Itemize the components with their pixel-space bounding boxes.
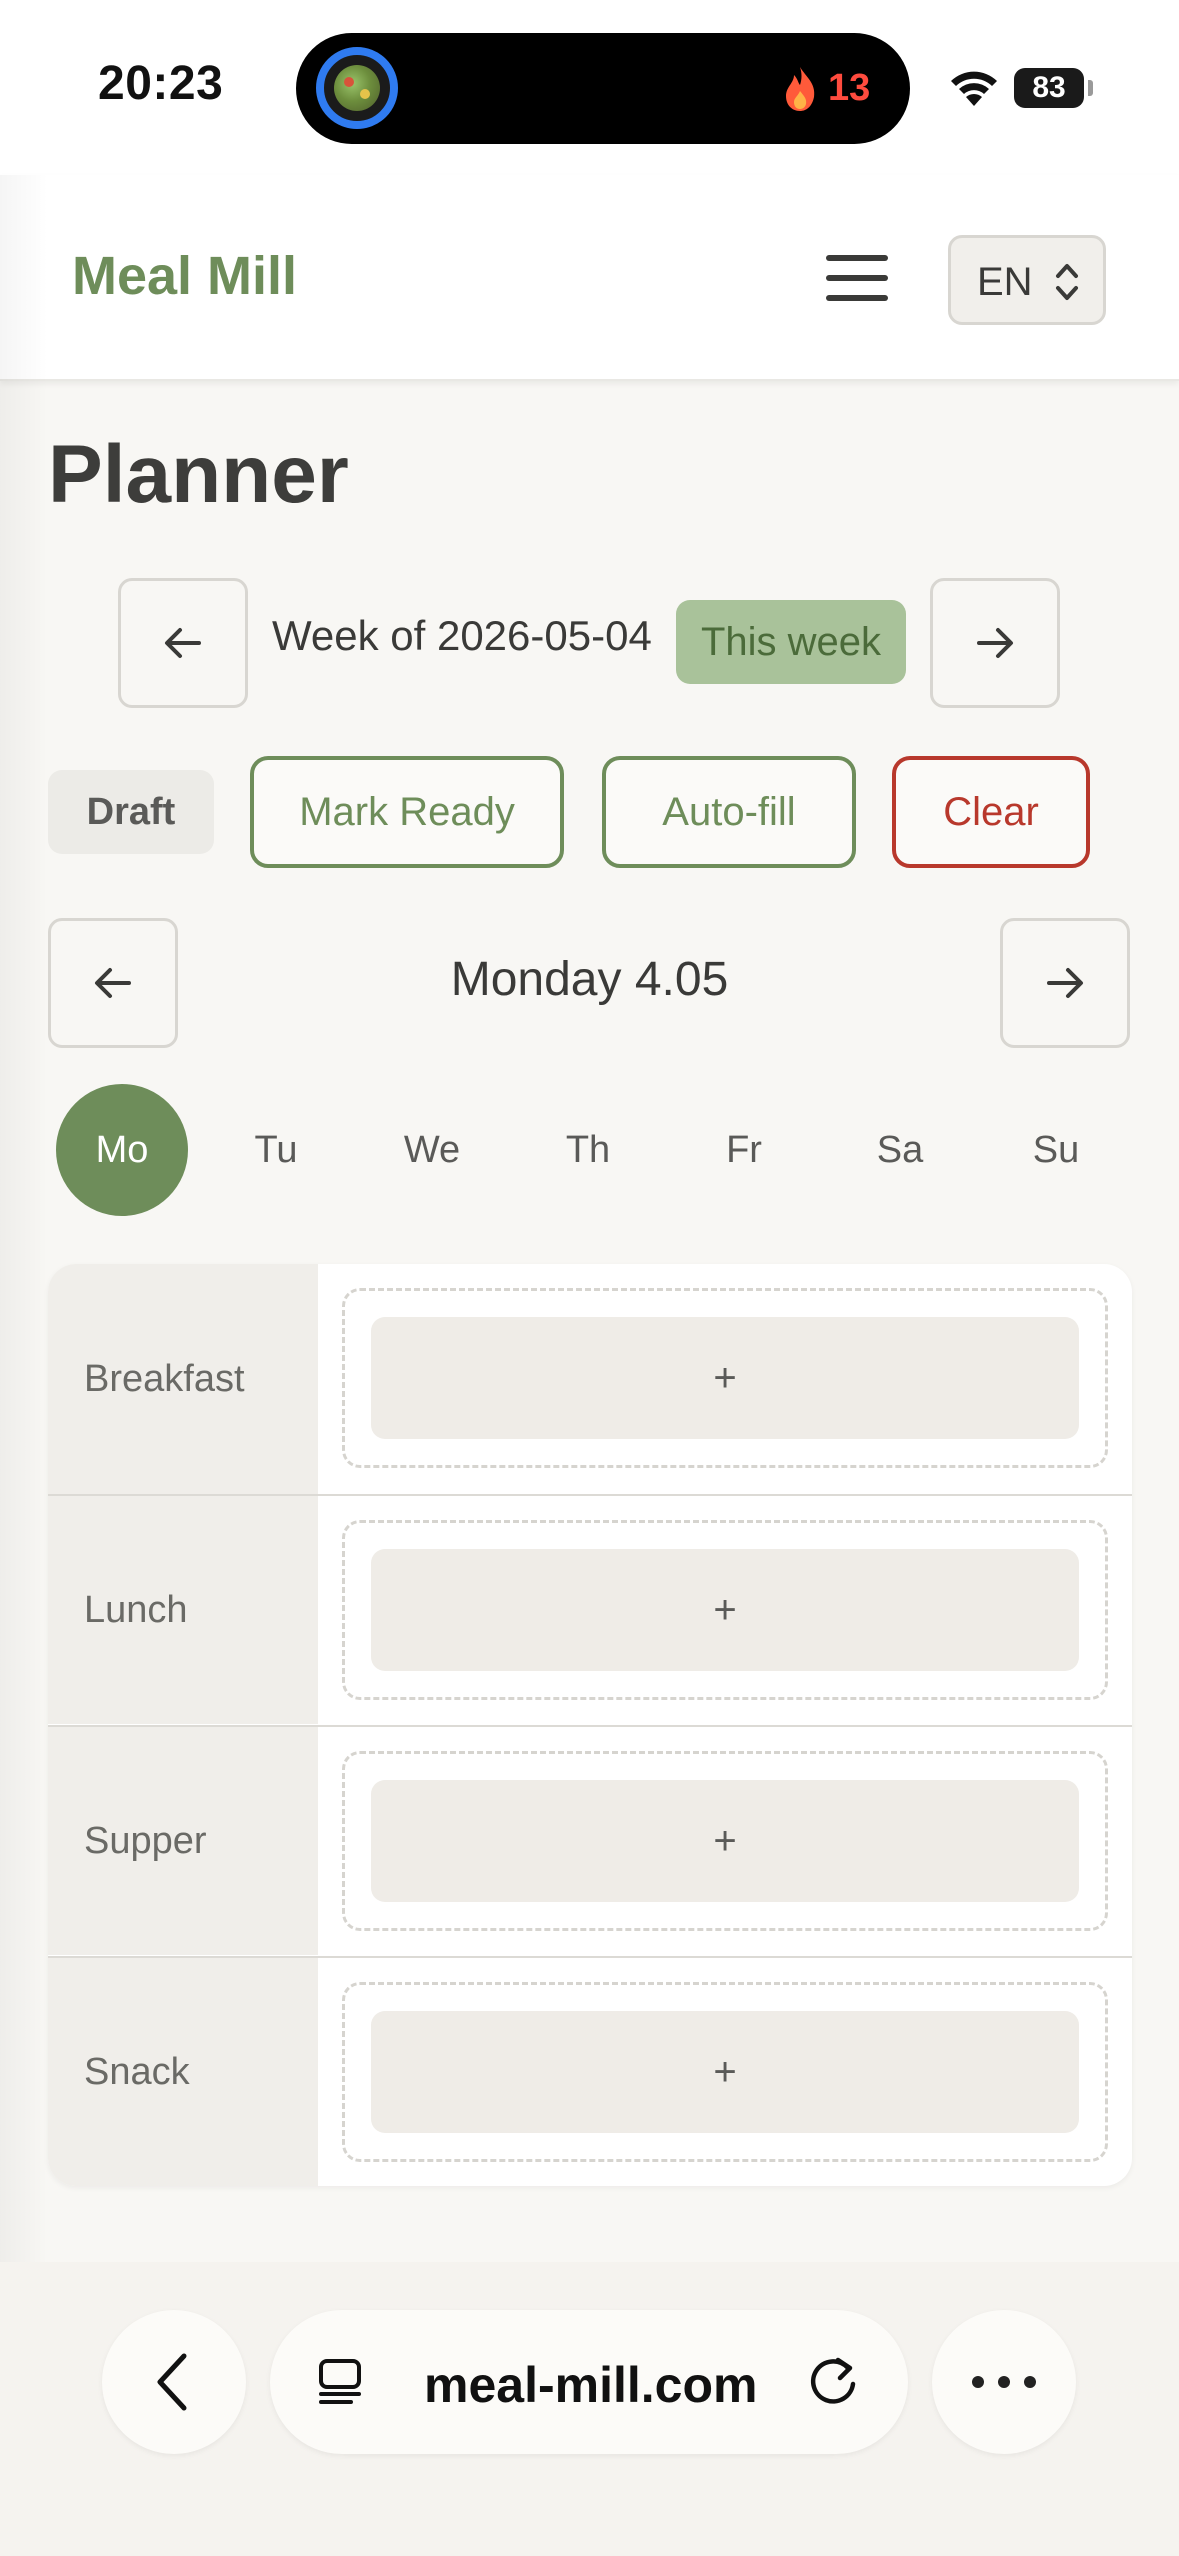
url-text: meal-mill.com (424, 2357, 758, 2413)
day-tab-we[interactable]: We (366, 1084, 498, 1216)
day-tab-th[interactable]: Th (522, 1084, 654, 1216)
more-icon (972, 2376, 1036, 2388)
dynamic-island: 13 (296, 33, 910, 144)
meal-label: Snack (48, 1958, 318, 2186)
arrow-right-icon (1047, 968, 1083, 998)
battery-icon: 83 (1014, 68, 1084, 108)
streak-count: 13 (828, 67, 871, 109)
wifi-icon (951, 71, 997, 106)
next-day-button[interactable] (1000, 918, 1130, 1048)
clear-button[interactable]: Clear (892, 756, 1090, 868)
page-title: Planner (48, 429, 349, 520)
meal-row-lunch: Lunch + (48, 1494, 1132, 1724)
arrow-right-icon (977, 628, 1013, 658)
next-week-button[interactable] (930, 578, 1060, 708)
meal-slot: + (342, 1751, 1108, 1931)
status-bar: 20:23 13 83 (0, 0, 1179, 175)
day-tabs: Mo Tu We Th Fr Sa Su (48, 1084, 1132, 1216)
day-tab-tu[interactable]: Tu (210, 1084, 342, 1216)
meal-label: Lunch (48, 1496, 318, 1724)
add-meal-button[interactable]: + (371, 1780, 1079, 1902)
battery-nub (1088, 80, 1093, 96)
browser-back-button[interactable] (102, 2310, 246, 2454)
week-label: Week of 2026-05-04 (272, 612, 652, 659)
side-shade (0, 175, 48, 2265)
day-tab-sa[interactable]: Sa (834, 1084, 966, 1216)
arrow-left-icon (165, 628, 201, 658)
page: 20:23 13 83 Meal Mill EN Planner Week of… (0, 0, 1179, 2556)
add-meal-button[interactable]: + (371, 1549, 1079, 1671)
hamburger-icon[interactable] (826, 255, 888, 301)
meal-label: Breakfast (48, 1264, 318, 1494)
reload-icon[interactable] (806, 2354, 862, 2410)
activity-ring-icon (316, 47, 398, 129)
day-tab-mo[interactable]: Mo (56, 1084, 188, 1216)
add-meal-button[interactable]: + (371, 2011, 1079, 2133)
auto-fill-button[interactable]: Auto-fill (602, 756, 856, 868)
status-time: 20:23 (98, 57, 224, 110)
meal-row-breakfast: Breakfast + (48, 1264, 1132, 1494)
this-week-button[interactable]: This week (676, 600, 906, 684)
chevron-left-icon (157, 2353, 187, 2411)
language-select[interactable]: EN (948, 235, 1106, 325)
site-header: Meal Mill EN (0, 175, 1179, 381)
meal-row-supper: Supper + (48, 1725, 1132, 1955)
meal-grid: Breakfast + Lunch + Supper + Snack + (48, 1264, 1132, 2186)
more-button[interactable] (932, 2310, 1076, 2454)
chevron-up-down-icon (1056, 264, 1078, 300)
day-tab-fr[interactable]: Fr (678, 1084, 810, 1216)
browser-toolbar: meal-mill.com (0, 2262, 1179, 2556)
meal-row-snack: Snack + (48, 1956, 1132, 2186)
meal-label: Supper (48, 1727, 318, 1955)
mark-ready-button[interactable]: Mark Ready (250, 756, 564, 868)
prev-week-button[interactable] (118, 578, 248, 708)
add-meal-button[interactable]: + (371, 1317, 1079, 1439)
tabs-icon (319, 2359, 361, 2404)
flame-icon (786, 67, 815, 111)
meal-slot: + (342, 1982, 1108, 2162)
meal-slot: + (342, 1520, 1108, 1700)
language-value: EN (977, 260, 1033, 304)
brand-logo[interactable]: Meal Mill (72, 245, 297, 307)
status-badge: Draft (48, 770, 214, 854)
meal-slot: + (342, 1288, 1108, 1468)
address-bar[interactable]: meal-mill.com (270, 2310, 908, 2454)
day-tab-su[interactable]: Su (990, 1084, 1122, 1216)
